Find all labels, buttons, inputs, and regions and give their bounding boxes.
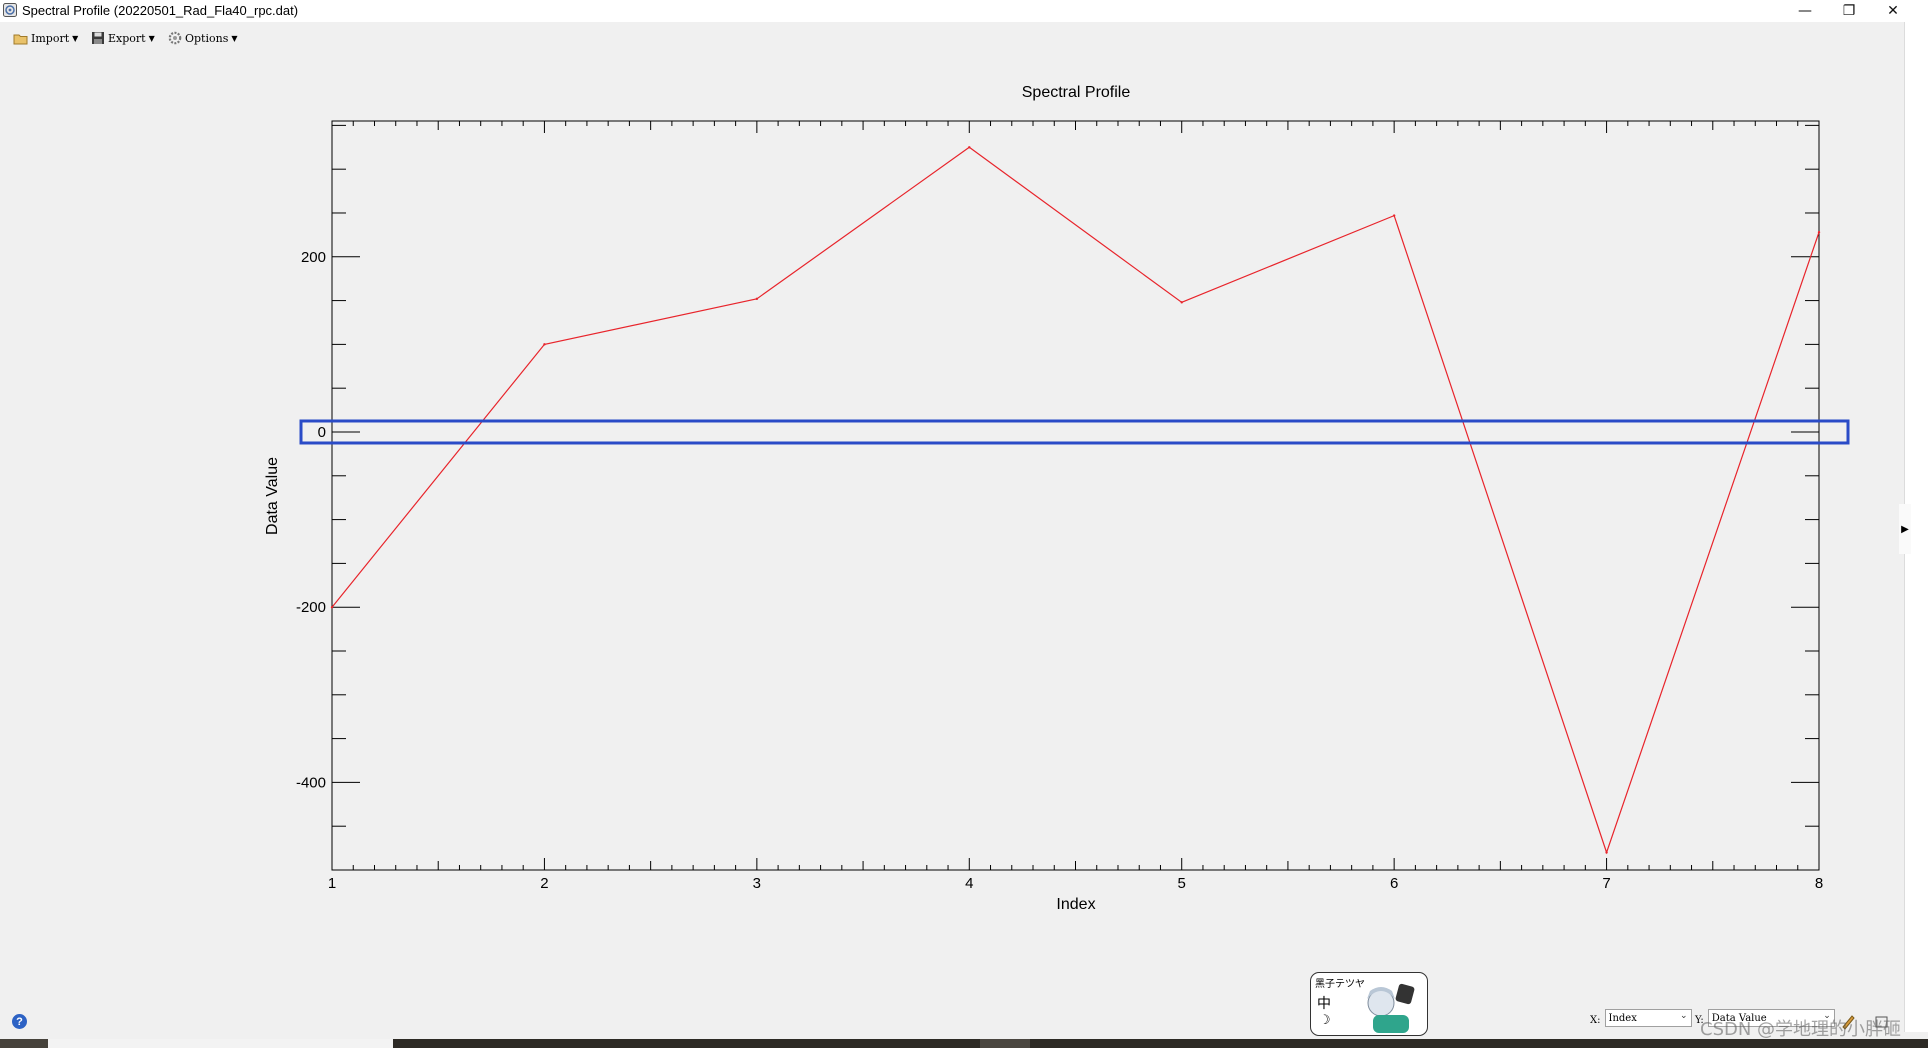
data-point <box>755 297 759 301</box>
watermark: CSDN @学地理的小胖砸 <box>1700 1019 1902 1040</box>
expand-panel-button[interactable]: ▶ <box>1899 504 1911 554</box>
y-tick-label: -200 <box>296 599 326 616</box>
ime-status-badge[interactable]: 黑子テツヤ 中 ☽ <box>1310 972 1428 1036</box>
ime-mode-char: 中 <box>1317 996 1331 1012</box>
data-point <box>968 146 971 149</box>
data-point <box>1817 231 1821 234</box>
x-tick-label: 4 <box>965 875 973 892</box>
help-glyph: ? <box>16 1015 23 1028</box>
x-axis-label: Index <box>1056 896 1095 913</box>
spectral-profile-chart: Spectral Profile Index Data Value 1 2 3 4 5 6… <box>264 84 1850 913</box>
y-tick-label: -400 <box>296 774 326 791</box>
y-axis-label: Data Value <box>264 457 281 535</box>
x-tick-label: 5 <box>1178 875 1186 892</box>
y-tick-label: 0 <box>318 424 326 441</box>
chevron-down-icon: ⌄ <box>1679 1011 1688 1021</box>
triangle-right-icon: ▶ <box>1901 523 1909 535</box>
taskbar-segment <box>980 1039 1030 1048</box>
data-point <box>330 605 334 609</box>
taskbar-strip <box>0 1039 1928 1048</box>
plot-frame <box>331 120 1820 871</box>
data-point <box>1180 301 1183 304</box>
y-tick-label: 200 <box>301 249 326 266</box>
data-point <box>1392 214 1396 217</box>
moon-icon: ☽ <box>1319 1013 1331 1028</box>
taskbar-segment <box>0 1039 48 1048</box>
x-tick-label: 1 <box>328 875 336 892</box>
chart-title: Spectral Profile <box>1022 84 1131 101</box>
help-icon[interactable]: ? <box>12 1014 27 1029</box>
x-selector-label: X: <box>1590 1015 1601 1026</box>
taskbar-segment <box>48 1039 393 1048</box>
anime-avatar-icon <box>1367 983 1415 1033</box>
x-tick-label: 2 <box>540 875 548 892</box>
data-point <box>1605 851 1608 854</box>
x-tick-label: 6 <box>1390 875 1398 892</box>
x-axis-dropdown-value: Index <box>1608 1012 1637 1024</box>
x-axis-dropdown[interactable]: Index ⌄ <box>1604 1009 1692 1027</box>
x-tick-label: 8 <box>1815 875 1823 892</box>
x-tick-label: 3 <box>753 875 761 892</box>
data-point <box>543 343 546 346</box>
zero-line-highlight-box <box>299 419 1850 445</box>
x-tick-label: 7 <box>1602 875 1610 892</box>
x-axis-selector: X: Index ⌄ <box>1590 1009 1692 1027</box>
series-line <box>331 146 1820 855</box>
